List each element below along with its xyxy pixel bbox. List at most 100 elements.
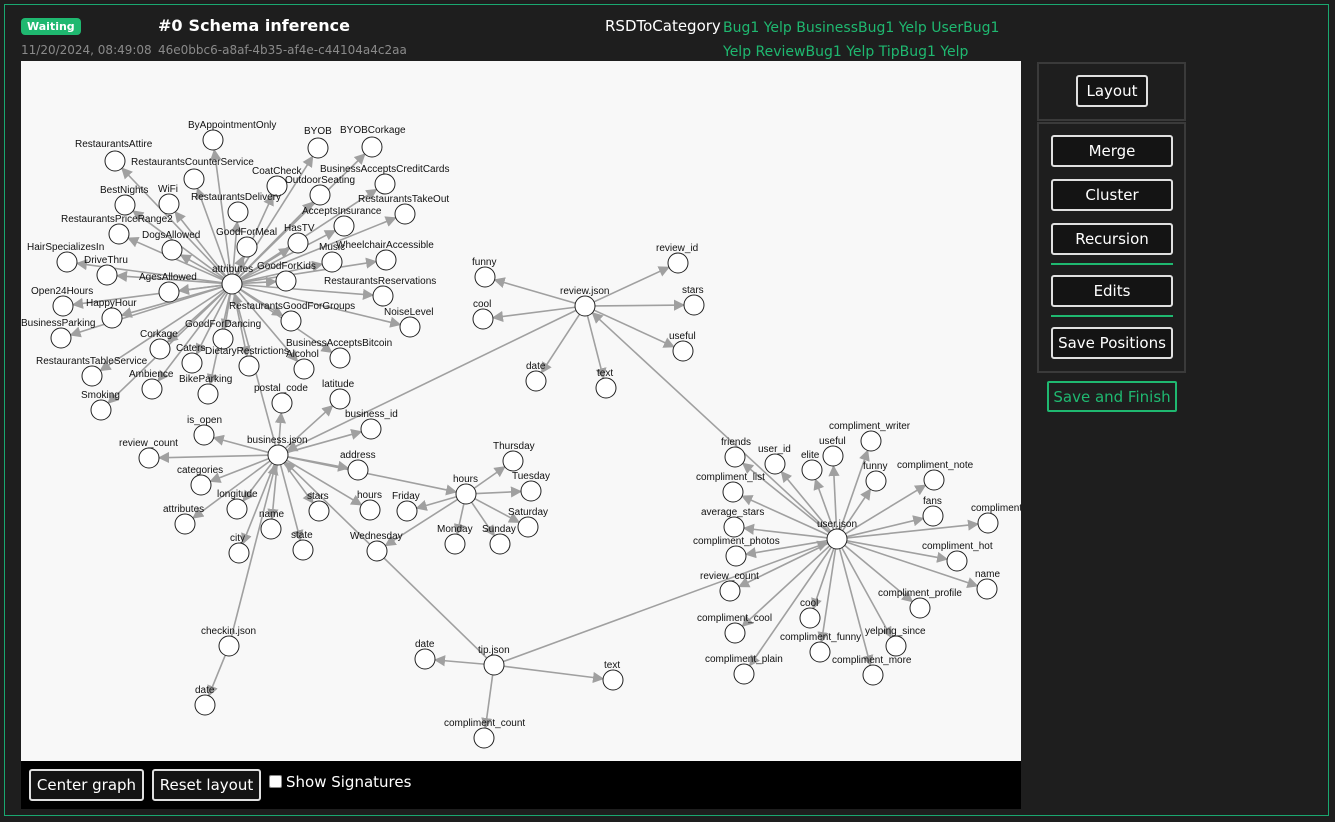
node-circle[interactable] [174,513,196,535]
node-circle[interactable] [333,215,355,237]
node-BestNights[interactable]: BestNights [100,185,148,216]
node-circle[interactable] [799,607,821,629]
node-circle[interactable] [280,310,302,332]
node-circle[interactable] [227,201,249,223]
node-circle[interactable] [472,308,494,330]
node-Ambience[interactable]: Ambience [129,369,174,400]
cluster-button[interactable]: Cluster [1051,179,1173,211]
node-uuseful[interactable]: useful [819,436,846,467]
node-circle[interactable] [502,450,524,472]
node-circle[interactable] [194,694,216,716]
node-circle[interactable] [394,203,416,225]
node-circle[interactable] [183,168,205,190]
node-circle[interactable] [226,498,248,520]
node-circle[interactable] [202,129,224,151]
center-graph-button[interactable]: Center graph [29,769,144,801]
node-name[interactable]: name [259,509,284,540]
node-Alcohol[interactable]: Alcohol [286,349,319,380]
node-BYOB[interactable]: BYOB [304,126,332,159]
node-yelping_since[interactable]: yelping_since [865,626,926,657]
node-BusinessParking[interactable]: BusinessParking [21,318,95,349]
node-circle[interactable] [287,232,309,254]
merge-button[interactable]: Merge [1051,135,1173,167]
node-circle[interactable] [292,539,314,561]
node-circle[interactable] [517,516,539,538]
node-circle[interactable] [360,418,382,440]
node-attributes2[interactable]: attributes [163,504,204,535]
node-attributes[interactable]: attributes [212,264,253,295]
node-checkin_json[interactable]: checkin.json [201,626,256,657]
node-Caters[interactable]: Caters [176,343,205,374]
node-circle[interactable] [483,654,505,676]
node-tip_json[interactable]: tip.json [478,645,510,676]
node-review_id[interactable]: review_id [656,243,698,274]
node-average_stars[interactable]: average_stars [701,507,764,538]
node-Friday[interactable]: Friday [392,491,420,522]
node-circle[interactable] [218,635,240,657]
node-uname[interactable]: name [975,569,1000,600]
node-Open24Hours[interactable]: Open24Hours [31,286,93,317]
node-circle[interactable] [764,453,786,475]
node-circle[interactable] [885,635,907,657]
node-circle[interactable] [321,251,343,273]
node-compliment_profile[interactable]: compliment_profile [878,588,962,619]
node-circle[interactable] [271,392,293,414]
node-circle[interactable] [719,580,741,602]
node-circle[interactable] [366,540,388,562]
node-ucool[interactable]: cool [799,598,821,629]
node-compliment_note[interactable]: compliment_note [897,460,974,491]
node-circle[interactable] [108,223,130,245]
node-circle[interactable] [574,295,596,317]
node-circle[interactable] [723,516,745,538]
node-funny[interactable]: funny [472,257,496,288]
node-ByAppointmentOnly[interactable]: ByAppointmentOnly [188,120,276,151]
node-circle[interactable] [309,184,331,206]
node-circle[interactable] [149,338,171,360]
node-circle[interactable] [976,578,998,600]
node-compliment_more[interactable]: compliment_more [832,655,912,686]
graph-canvas[interactable]: attributes ByAppointmentOnly BYOB BYOBCorka… [21,61,1021,761]
node-WiFi[interactable]: WiFi [158,184,180,215]
node-circle[interactable] [809,641,831,663]
node-circle[interactable] [90,399,112,421]
node-Wednesday[interactable]: Wednesday [350,531,403,562]
node-circle[interactable] [158,193,180,215]
node-stars[interactable]: stars [307,491,330,522]
bug-link-business[interactable]: Bug1 Yelp Business [723,20,858,36]
node-ttext[interactable]: text [602,660,624,691]
node-circle[interactable] [473,727,495,749]
node-circle[interactable] [50,327,72,349]
node-is_open[interactable]: is_open [187,415,222,446]
node-circle[interactable] [862,664,884,686]
node-circle[interactable] [161,239,183,261]
node-ufunny[interactable]: funny [863,461,887,492]
node-circle[interactable] [372,285,394,307]
node-circle[interactable] [683,294,705,316]
node-circle[interactable] [56,251,78,273]
node-circle[interactable] [444,533,466,555]
node-circle[interactable] [826,528,848,550]
node-text[interactable]: text [595,368,617,399]
node-circle[interactable] [228,542,250,564]
node-cdate[interactable]: date [194,685,216,716]
node-circle[interactable] [399,316,421,338]
node-circle[interactable] [347,459,369,481]
node-circle[interactable] [197,383,219,405]
schema-graph[interactable]: attributes ByAppointmentOnly BYOB BYOBCorka… [21,61,1021,761]
node-circle[interactable] [923,469,945,491]
node-cool[interactable]: cool [472,299,494,330]
node-date[interactable]: date [525,361,547,392]
show-signatures-toggle[interactable]: Show Signatures [269,773,411,791]
node-compliment_plain[interactable]: compliment_plain [705,654,783,685]
node-circle[interactable] [374,173,396,195]
node-circle[interactable] [724,622,746,644]
node-circle[interactable] [672,340,694,362]
edits-button[interactable]: Edits [1051,275,1173,307]
node-circle[interactable] [81,365,103,387]
node-circle[interactable] [96,264,118,286]
node-review_count[interactable]: review_count [119,438,178,469]
node-latitude[interactable]: latitude [322,379,355,410]
node-circle[interactable] [101,307,123,329]
node-circle[interactable] [329,347,351,369]
node-friends[interactable]: friends [721,437,751,468]
